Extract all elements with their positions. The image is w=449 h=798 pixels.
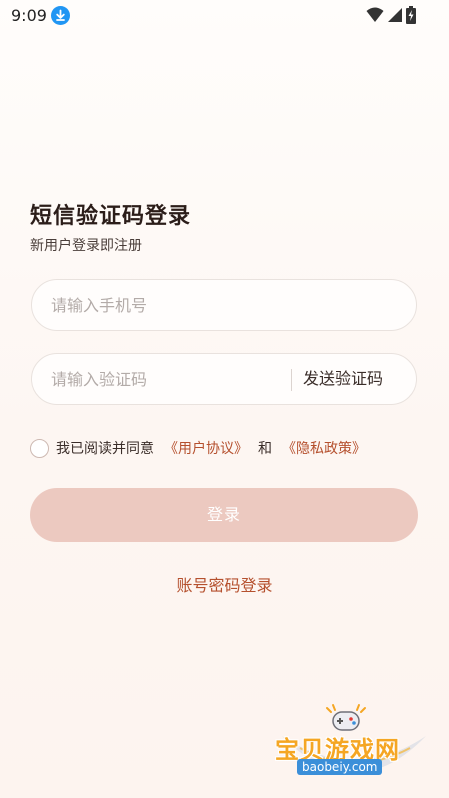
page-title: 短信验证码登录 bbox=[30, 204, 192, 229]
password-login-link[interactable]: 账号密码登录 bbox=[0, 572, 449, 596]
agreement-conjunction: 和 bbox=[258, 441, 272, 457]
status-icons bbox=[366, 6, 416, 24]
signal-icon bbox=[387, 7, 403, 23]
wifi-icon bbox=[366, 7, 384, 23]
page-subtitle: 新用户登录即注册 bbox=[30, 238, 142, 254]
login-button[interactable]: 登录 bbox=[30, 488, 418, 542]
battery-charging-icon bbox=[406, 6, 416, 24]
privacy-policy-link[interactable]: 《隐私政策》 bbox=[282, 438, 366, 458]
status-time: 9:09 bbox=[11, 6, 47, 25]
watermark-url: baobeiy.com bbox=[297, 759, 383, 775]
user-agreement-link[interactable]: 《用户协议》 bbox=[164, 438, 248, 458]
code-field[interactable]: 发送验证码 bbox=[31, 353, 417, 405]
divider bbox=[291, 369, 292, 391]
phone-field[interactable] bbox=[31, 279, 417, 331]
agreement-checkbox[interactable] bbox=[30, 438, 49, 458]
download-icon bbox=[51, 6, 70, 25]
agreement-row: 我已阅读并同意 《用户协议》 和 《隐私政策》 bbox=[30, 438, 366, 458]
agreement-prefix: 我已阅读并同意 bbox=[56, 441, 154, 457]
status-bar: 9:09 bbox=[0, 0, 449, 32]
phone-input[interactable] bbox=[51, 280, 401, 330]
gamepad-icon bbox=[326, 704, 366, 731]
send-code-button[interactable]: 发送验证码 bbox=[303, 354, 383, 404]
verification-code-input[interactable] bbox=[51, 354, 281, 404]
